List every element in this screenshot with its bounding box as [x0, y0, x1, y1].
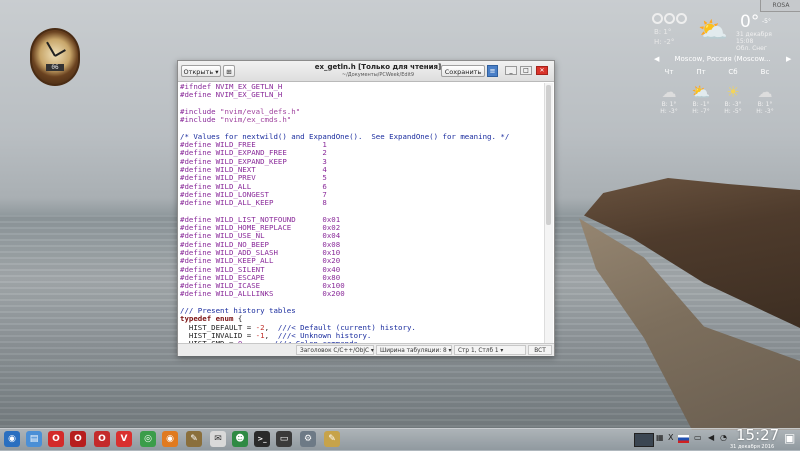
- taskbar-notes-icon[interactable]: ✎: [324, 431, 340, 447]
- clock-widget[interactable]: 06: [30, 28, 80, 86]
- forecast-high: В: -3°: [724, 101, 742, 108]
- weather-detail-2: 15:08: [736, 38, 754, 45]
- forecast-low: Н: -3°: [660, 108, 678, 115]
- forecast-high: В: 1°: [661, 101, 677, 108]
- pin-button[interactable]: ⊞: [223, 65, 235, 77]
- code-token: 8: [322, 198, 327, 208]
- insert-mode[interactable]: ВСТ: [528, 345, 552, 355]
- forecast-day: Вс ☁ В: 1° Н: -3°: [750, 68, 780, 115]
- open-button[interactable]: Открыть ▾: [181, 65, 221, 77]
- taskbar-chrome-icon[interactable]: ◎: [140, 431, 156, 447]
- forecast-day: Сб ☀ В: -3° Н: -5°: [718, 68, 748, 115]
- weather-current-temp: 0°: [740, 12, 760, 32]
- taskbar-settings-icon[interactable]: ⚙: [300, 431, 316, 447]
- weather-detail-3: Обл. Снег: [736, 45, 768, 52]
- window-titlebar[interactable]: Открыть ▾ ⊞ ex_getln.h [Только для чтени…: [178, 61, 554, 82]
- code-token: #include: [180, 115, 221, 125]
- weather-feels-like: -5°: [762, 18, 771, 25]
- forecast-high: В: 1°: [757, 101, 773, 108]
- code-line: #define WILD_ALL_KEEP 8: [180, 199, 542, 207]
- minimize-button[interactable]: _: [505, 66, 517, 75]
- sun-cloud-icon: ⛅: [698, 16, 728, 44]
- taskbar-opera-beta-icon[interactable]: O: [94, 431, 110, 447]
- taskbar-files-icon[interactable]: ▤: [26, 431, 42, 447]
- menu-icon[interactable]: ≡: [487, 65, 498, 77]
- weather-location-bar[interactable]: ◀ Moscow, Россия (Moscow... ▶: [650, 54, 795, 65]
- status-bar: Заголовок C/C++/ObjC ▾ Ширина табуляции:…: [178, 343, 554, 356]
- clock-minute-hand: [54, 49, 66, 57]
- forecast-day: Чт ☁ В: 1° Н: -3°: [654, 68, 684, 115]
- language-flag-icon[interactable]: [678, 435, 689, 443]
- weather-mode-icon[interactable]: [676, 13, 687, 24]
- taskbar-app-green-icon[interactable]: ☻: [232, 431, 248, 447]
- taskbar-opera-icon[interactable]: O: [48, 431, 64, 447]
- forecast-day-name: Вс: [760, 68, 770, 76]
- editor-window: Открыть ▾ ⊞ ex_getln.h [Только для чтени…: [177, 60, 555, 356]
- taskbar-display-icon[interactable]: ▭: [276, 431, 292, 447]
- taskbar-opera-dev-icon[interactable]: O: [70, 431, 86, 447]
- vertical-scrollbar[interactable]: [544, 83, 553, 343]
- weather-detail-1: 31 декабря: [736, 31, 772, 38]
- forecast-low: Н: -7°: [692, 108, 710, 115]
- taskbar: ◉ ▤ O O O V ◎ ◉ ✎ ✉ ☻ >_ ▭ ⚙ ✎ ▦ X ▭ ◀ ◔ 15:27 31 дека…: [0, 426, 800, 451]
- wifi-icon[interactable]: ◔: [720, 433, 727, 442]
- snow-cloud-icon: ☁: [661, 83, 677, 101]
- code-token: #define WILD_ALL_KEEP: [180, 198, 323, 208]
- weather-today-high: В: 1°: [654, 28, 672, 36]
- scrollbar-thumb[interactable]: [546, 85, 551, 225]
- keyboard-layout[interactable]: X: [668, 433, 673, 442]
- language-selector[interactable]: Заголовок C/C++/ObjC ▾: [296, 345, 374, 355]
- code-token: #define NVIM_EX_GETLN_H: [180, 90, 283, 100]
- volume-icon[interactable]: ◀: [708, 433, 714, 442]
- forecast-day-name: Сб: [728, 68, 738, 76]
- clock-digits: 06: [46, 64, 64, 71]
- network-icon[interactable]: ▦: [656, 433, 664, 442]
- weather-mode-icon[interactable]: [652, 13, 663, 24]
- code-line: #include "nvim/ex_cmds.h": [180, 116, 542, 124]
- code-line: #define NVIM_EX_GETLN_H: [180, 91, 542, 99]
- weather-mode-icon[interactable]: [664, 13, 675, 24]
- clock-time[interactable]: 15:27: [736, 426, 779, 444]
- code-editor[interactable]: #ifndef NVIM_EX_GETLN_H #define NVIM_EX_G…: [180, 83, 542, 343]
- forecast-day: Пт ⛅ В: -1° Н: -7°: [686, 68, 716, 115]
- weather-today-low: Н: -2°: [654, 38, 675, 46]
- clock-date: 31 декабря 2016: [730, 444, 775, 450]
- cursor-position[interactable]: Стр 1, Стлб 1 ▾: [454, 345, 526, 355]
- forecast-day-name: Пт: [696, 68, 706, 76]
- close-button[interactable]: ✕: [536, 66, 548, 75]
- taskbar-mail-icon[interactable]: ✉: [210, 431, 226, 447]
- forecast-low: Н: -5°: [724, 108, 742, 115]
- maximize-button[interactable]: □: [520, 66, 532, 75]
- sun-cloud-icon: ⛅: [691, 83, 711, 101]
- code-token: 0x200: [322, 289, 345, 299]
- code-token: "nvim/ex_cmds.h": [220, 115, 292, 125]
- show-desktop-icon[interactable]: ▣: [784, 431, 795, 445]
- code-token: #define WILD_ALLLINKS: [180, 289, 323, 299]
- forecast-high: В: -1°: [692, 101, 710, 108]
- snow-cloud-icon: ☁: [757, 83, 773, 101]
- taskbar-terminal-icon[interactable]: >_: [254, 431, 270, 447]
- taskbar-text-editor-icon[interactable]: ✎: [186, 431, 202, 447]
- desktop-pager[interactable]: [634, 433, 654, 447]
- sun-icon: ☀: [726, 83, 740, 101]
- save-button[interactable]: Сохранить: [441, 65, 485, 77]
- chevron-left-icon[interactable]: ◀: [654, 54, 659, 65]
- battery-icon[interactable]: ▭: [694, 433, 702, 442]
- taskbar-firefox-icon[interactable]: ◉: [162, 431, 178, 447]
- taskbar-rosa-menu-icon[interactable]: ◉: [4, 431, 20, 447]
- forecast-low: Н: -3°: [756, 108, 774, 115]
- weather-location: Moscow, Россия (Moscow...: [674, 55, 771, 63]
- tab-width-selector[interactable]: Ширина табуляции: 8 ▾: [376, 345, 452, 355]
- taskbar-vivaldi-icon[interactable]: V: [116, 431, 132, 447]
- weather-widget: В: 1° Н: -2° ⛅ 0° -5° 31 декабря 15:08 О…: [650, 10, 795, 140]
- forecast-day-name: Чт: [664, 68, 674, 76]
- weather-mode-buttons: [652, 13, 688, 26]
- code-line: #define WILD_ALLLINKS 0x200: [180, 290, 542, 298]
- chevron-right-icon[interactable]: ▶: [786, 54, 791, 65]
